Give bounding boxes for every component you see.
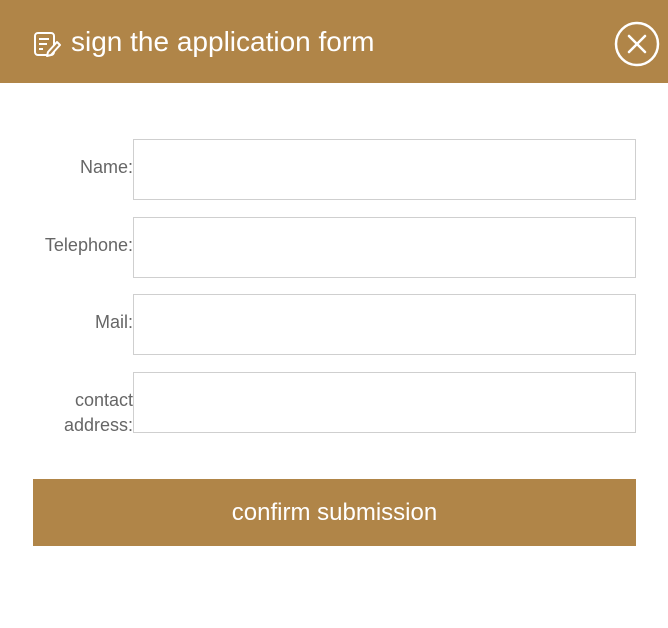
telephone-label: Telephone: [44, 235, 133, 255]
mail-label: Mail: [94, 312, 133, 332]
confirm-submission-button[interactable]: confirm submission [33, 479, 636, 546]
contact-address-label-line2: address: [63, 415, 133, 435]
name-label: Name: [79, 157, 133, 177]
mail-input[interactable] [133, 294, 636, 355]
name-input[interactable] [133, 139, 636, 200]
application-form: Name: Telephone: Mail: contact address: … [0, 0, 668, 628]
contact-address-input[interactable] [133, 372, 636, 433]
application-form-dialog: sign the application form Name: Telephon… [0, 0, 668, 628]
contact-address-label-line1: contact [74, 390, 133, 410]
telephone-input[interactable] [133, 217, 636, 278]
contact-address-label: contact address: [8, 388, 133, 438]
